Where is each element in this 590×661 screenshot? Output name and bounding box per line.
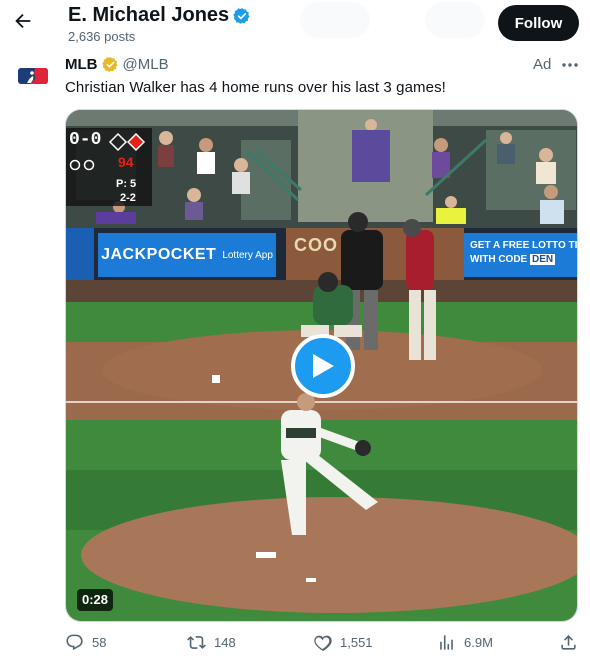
gold-verified-badge-icon: [101, 57, 118, 72]
retweet-icon: [187, 636, 206, 649]
stadium-sign: COO: [294, 235, 339, 255]
banner-right-code: DEN: [530, 254, 556, 265]
retweet-count: 148: [214, 635, 236, 650]
tweet-header: MLB @MLB: [65, 56, 169, 73]
tweet-handle[interactable]: @MLB: [123, 56, 169, 73]
banner-right-line1: GET A FREE LOTTO TIC: [470, 240, 578, 251]
video-duration: 0:28: [77, 589, 114, 611]
follow-button[interactable]: Follow: [498, 5, 579, 41]
scorebug-pitches: P: 5: [116, 178, 137, 190]
bases-diamond-icon: [108, 132, 146, 152]
play-icon: [313, 354, 334, 378]
profile-header: E. Michael Jones 2,636 posts Follow: [0, 0, 590, 48]
tweet-author[interactable]: MLB: [65, 56, 98, 73]
bar-chart-icon: [440, 635, 453, 650]
reply-button[interactable]: 58: [65, 633, 106, 652]
posts-count: 2,636 posts: [68, 29, 136, 44]
profile-name-row: E. Michael Jones: [68, 4, 251, 27]
heart-icon: [314, 635, 332, 651]
outfield-banner-left: JACKPOCKET Lottery App: [98, 233, 276, 277]
scorebug-pitch-count: 94: [118, 154, 134, 170]
arrow-left-icon[interactable]: [12, 10, 34, 32]
share-button[interactable]: [559, 633, 578, 652]
tweet-actions: 58 148 1,551 6.9M: [65, 633, 580, 657]
scorebug: 0-0 94 P: 5 2-2: [66, 128, 152, 206]
profile-name: E. Michael Jones: [68, 4, 230, 26]
like-count: 1,551: [340, 635, 373, 650]
avatar[interactable]: [16, 59, 50, 93]
video-player[interactable]: 0-0 94 P: 5 2-2 JACKPOCKET Lottery App C…: [65, 109, 578, 622]
view-count: 6.9M: [464, 635, 493, 650]
ad-label: Ad: [533, 56, 552, 73]
verified-badge-icon: [233, 7, 250, 24]
header-backdrop-shape: [300, 2, 370, 38]
like-button[interactable]: 1,551: [313, 633, 373, 652]
more-icon[interactable]: [561, 56, 579, 74]
banner-left-tagline: Lottery App: [222, 249, 273, 261]
mlb-logo-icon: [18, 68, 48, 84]
banner-left-brand: JACKPOCKET: [101, 246, 217, 263]
banner-right-line2: WITH CODE: [470, 254, 528, 265]
header-backdrop-shape: [425, 2, 485, 38]
banner-right-line2-row: WITH CODE DEN: [470, 253, 577, 267]
views-button[interactable]: 6.9M: [437, 633, 493, 652]
retweet-button[interactable]: 148: [187, 633, 236, 652]
share-icon: [561, 635, 576, 650]
outs-indicator-icon: [69, 159, 95, 171]
scorebug-count: 2-2: [120, 192, 136, 204]
reply-count: 58: [92, 635, 107, 650]
scorebug-score: 0-0: [69, 130, 102, 150]
outfield-banner-right: GET A FREE LOTTO TIC WITH CODE DEN: [464, 233, 578, 277]
reply-icon: [66, 634, 83, 651]
play-button[interactable]: [291, 334, 355, 398]
tweet-text: Christian Walker has 4 home runs over hi…: [65, 79, 446, 96]
